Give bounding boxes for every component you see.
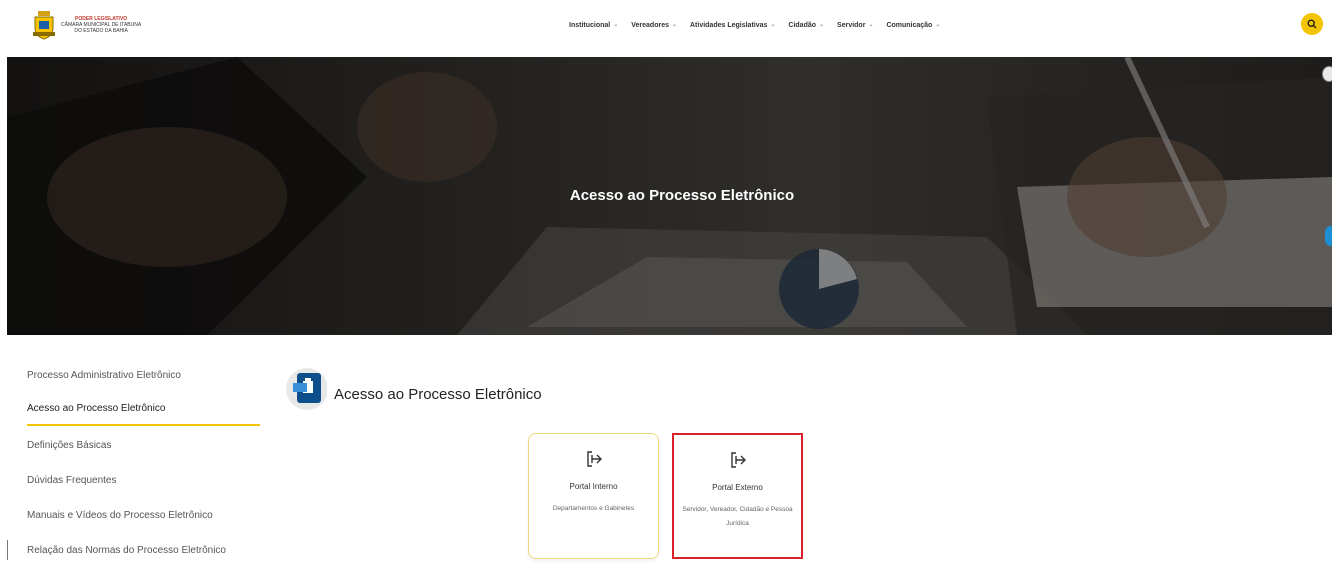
- info-badge-icon[interactable]: [1322, 66, 1332, 82]
- chevron-down-icon: ⌄: [770, 22, 776, 28]
- nav-item-label: Comunicação: [886, 22, 933, 29]
- sidebar-item-definicoes-basicas[interactable]: Definições Básicas: [27, 428, 260, 463]
- card-description: Departamentos e Gabinetes: [552, 505, 635, 512]
- hero-banner: Acesso ao Processo Eletrônico: [7, 57, 1332, 335]
- nav-item-vereadores[interactable]: Vereadores ⌄: [631, 22, 677, 29]
- chevron-down-icon: ⌄: [868, 22, 874, 28]
- nav-item-servidor[interactable]: Servidor ⌄: [837, 22, 873, 29]
- crest-icon: [33, 11, 55, 40]
- main-nav: Institucional ⌄ Vereadores ⌄ Atividades …: [569, 22, 953, 29]
- sidebar-menu: Processo Administrativo Eletrônico Acess…: [27, 358, 260, 568]
- nav-item-label: Cidadão: [788, 22, 817, 29]
- accessibility-tab-icon[interactable]: [1325, 226, 1332, 246]
- card-description: Servidor, Vereador, Cidadão e Pessoa Jur…: [682, 506, 793, 527]
- logo-line-3: DO ESTADO DA BAHIA: [74, 28, 128, 34]
- chevron-down-icon: ⌄: [935, 22, 941, 28]
- page: PODER LEGISLATIVO CÂMARA MUNICIPAL DE IT…: [0, 0, 1332, 585]
- hero-title: Acesso ao Processo Eletrônico: [569, 187, 795, 204]
- nav-item-label: Institucional: [569, 22, 611, 29]
- sidebar-item-manuais-videos[interactable]: Manuais e Vídeos do Processo Eletrônico: [27, 498, 260, 533]
- portal-interno-card[interactable]: Portal Interno Departamentos e Gabinetes: [528, 433, 659, 559]
- search-icon: [1307, 19, 1317, 29]
- portal-externo-card[interactable]: Portal Externo Servidor, Vereador, Cidad…: [672, 433, 803, 559]
- chevron-down-icon: ⌄: [671, 22, 678, 28]
- chevron-down-icon: ⌄: [819, 22, 825, 28]
- sidebar-item-acesso-processo[interactable]: Acesso ao Processo Eletrônico: [27, 393, 260, 426]
- nav-item-cidadao[interactable]: Cidadão ⌄: [788, 22, 824, 29]
- login-icon: [730, 452, 746, 468]
- card-title: Portal Externo: [712, 483, 763, 492]
- nav-item-label: Servidor: [837, 22, 866, 29]
- site-header: PODER LEGISLATIVO CÂMARA MUNICIPAL DE IT…: [0, 0, 1332, 57]
- nav-item-comunicacao[interactable]: Comunicação ⌄: [886, 22, 940, 29]
- chevron-down-icon: ⌄: [613, 22, 619, 28]
- nav-item-label: Vereadores: [631, 22, 669, 29]
- card-title: Portal Interno: [569, 482, 618, 491]
- section-title: Acesso ao Processo Eletrônico: [334, 386, 542, 403]
- nav-item-label: Atividades Legislativas: [689, 22, 768, 29]
- nav-item-institucional[interactable]: Institucional ⌄: [569, 22, 618, 29]
- sidebar-item-duvidas-frequentes[interactable]: Dúvidas Frequentes: [27, 463, 260, 498]
- login-icon: [586, 451, 602, 467]
- sidebar-item-processo-administrativo[interactable]: Processo Administrativo Eletrônico: [27, 358, 260, 393]
- site-logo[interactable]: PODER LEGISLATIVO CÂMARA MUNICIPAL DE IT…: [33, 10, 141, 40]
- sidebar-divider: [7, 540, 8, 560]
- nav-item-atividades-legislativas[interactable]: Atividades Legislativas ⌄: [690, 22, 775, 29]
- electronic-process-icon: [286, 368, 327, 410]
- logo-text: PODER LEGISLATIVO CÂMARA MUNICIPAL DE IT…: [61, 16, 141, 34]
- search-button[interactable]: [1301, 13, 1323, 35]
- sidebar-item-relacao-normas[interactable]: Relação das Normas do Processo Eletrônic…: [27, 533, 260, 568]
